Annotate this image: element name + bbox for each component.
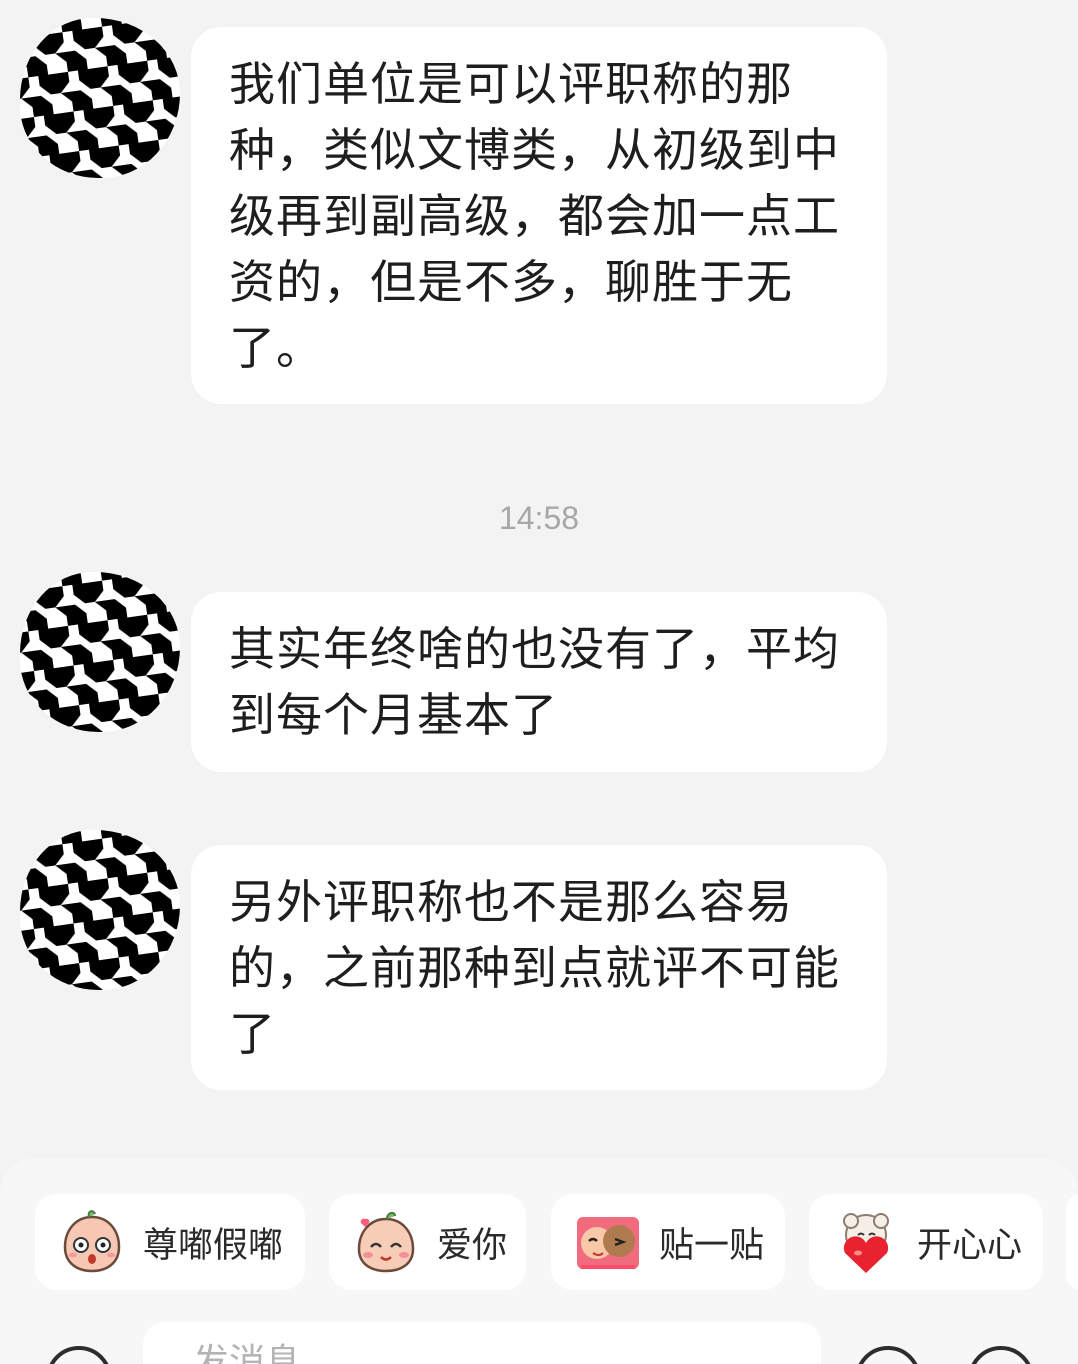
sticker-label: 尊嘟假嘟 xyxy=(143,1225,284,1266)
quick-sticker-chip[interactable]: 尊嘟假嘟 xyxy=(35,1194,305,1290)
message-bubble[interactable]: 另外评职称也不是那么容易 的，之前那种到点就评不可能 了 xyxy=(191,845,887,1090)
quick-sticker-chip-partial[interactable] xyxy=(1066,1194,1078,1290)
message-text: 其实年终啥的也没有了，平均 到每个月基本了 xyxy=(229,622,840,742)
contact-avatar[interactable] xyxy=(20,572,180,732)
contact-avatar[interactable] xyxy=(20,18,180,178)
contact-avatar[interactable] xyxy=(20,830,180,990)
surprised-peach-icon xyxy=(63,1210,121,1273)
sticker-label: 贴一贴 xyxy=(659,1225,765,1266)
sticker-label: 爱你 xyxy=(437,1225,508,1266)
sticker-label: 开心心 xyxy=(917,1225,1023,1266)
hug-icon xyxy=(577,1217,639,1269)
message-text: 另外评职称也不是那么容易 的，之前那种到点就评不可能 了 xyxy=(229,875,840,1061)
quick-sticker-chip[interactable]: 贴一贴 xyxy=(551,1194,785,1290)
quick-sticker-chip[interactable]: 开心心 xyxy=(809,1194,1043,1290)
message-text: 我们单位是可以评职称的那 种，类似文博类，从初级到中 级再到副高级，都会加一点工… xyxy=(229,57,840,375)
chat-screen: 我们单位是可以评职称的那 种，类似文博类，从初级到中 级再到副高级，都会加一点工… xyxy=(0,0,1078,1364)
message-timestamp: 14:58 xyxy=(498,500,580,536)
love-peach-icon xyxy=(357,1211,415,1273)
heart-sheep-icon xyxy=(843,1213,889,1273)
message-bubble[interactable]: 我们单位是可以评职称的那 种，类似文博类，从初级到中 级再到副高级，都会加一点工… xyxy=(191,27,887,404)
message-input[interactable] xyxy=(143,1322,821,1364)
quick-sticker-chip[interactable]: 爱你 xyxy=(329,1194,526,1290)
message-bubble[interactable]: 其实年终啥的也没有了，平均 到每个月基本了 xyxy=(191,592,887,772)
